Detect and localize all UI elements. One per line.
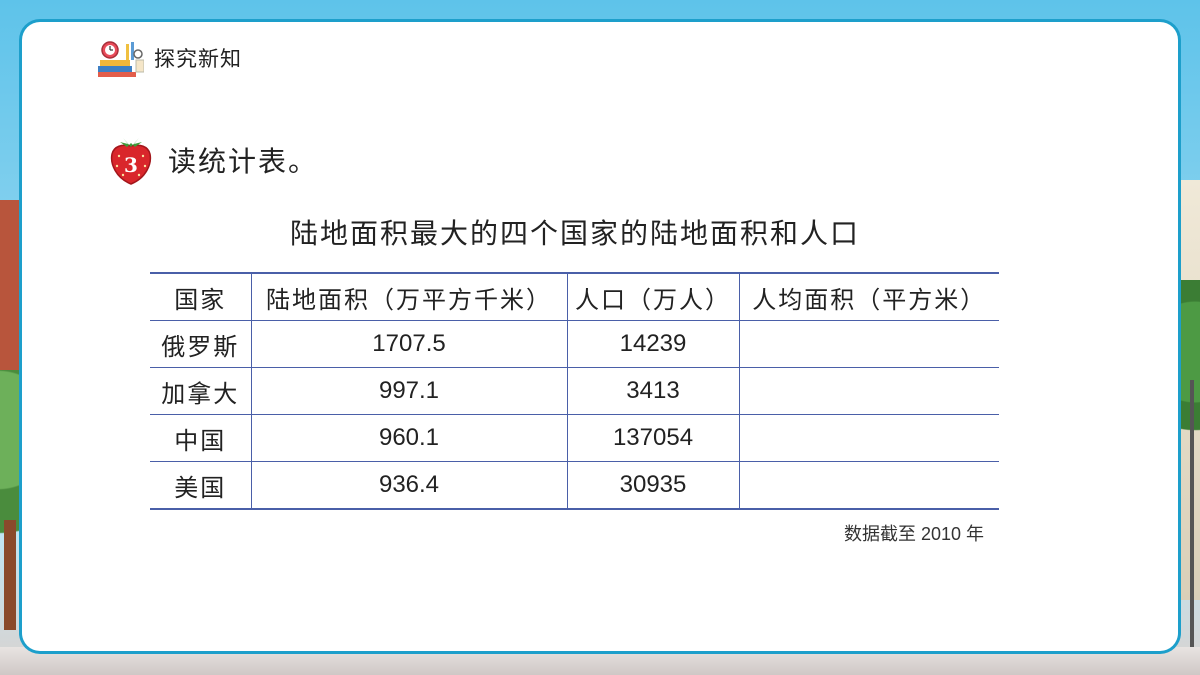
table-row: 俄罗斯 1707.5 14239 (150, 320, 999, 368)
header-land-area: 陆地面积（万平方千米） (250, 273, 568, 321)
area-cell: 960.1 (250, 414, 568, 462)
background-tree-trunk (4, 520, 16, 630)
data-source-note: 数据截至 2010 年 (843, 524, 984, 544)
stationery-books-icon (98, 41, 144, 77)
section-header: 探究新知 (96, 36, 242, 80)
country-cell: 加拿大 (150, 367, 252, 415)
per-capita-cell (738, 320, 999, 368)
table-header-row: 国家 陆地面积（万平方千米） 人口（万人） 人均面积（平方米） (150, 273, 999, 321)
area-cell: 936.4 (250, 461, 568, 510)
population-cell: 137054 (566, 414, 740, 462)
task-text: 读统计表。 (168, 145, 319, 178)
table-row: 中国 960.1 137054 (150, 414, 999, 462)
header-population: 人口（万人） (566, 273, 740, 321)
area-cell: 997.1 (250, 367, 568, 415)
country-cell: 中国 (150, 414, 252, 462)
population-cell: 30935 (566, 461, 740, 510)
task-number: 3 (124, 153, 138, 177)
country-cell: 美国 (150, 461, 252, 510)
population-cell: 3413 (566, 367, 740, 415)
table-row: 加拿大 997.1 3413 (150, 367, 999, 415)
population-cell: 14239 (566, 320, 740, 368)
strawberry-icon: 3 (110, 138, 152, 185)
background-ground (0, 647, 1200, 675)
per-capita-cell (738, 414, 999, 462)
country-cell: 俄罗斯 (150, 320, 252, 368)
table-title: 陆地面积最大的四个国家的陆地面积和人口 (289, 217, 860, 250)
per-capita-cell (738, 367, 999, 415)
per-capita-cell (738, 461, 999, 510)
background-lamp-pole (1190, 380, 1194, 660)
header-country: 国家 (150, 273, 252, 321)
area-cell: 1707.5 (250, 320, 568, 368)
task-line: 3 读统计表。 (108, 134, 318, 186)
statistics-table: 国家 陆地面积（万平方千米） 人口（万人） 人均面积（平方米） 俄罗斯 1707… (150, 272, 999, 510)
header-area-per-capita: 人均面积（平方米） (738, 273, 999, 321)
section-title: 探究新知 (154, 47, 242, 71)
table-row: 美国 936.4 30935 (150, 461, 999, 510)
